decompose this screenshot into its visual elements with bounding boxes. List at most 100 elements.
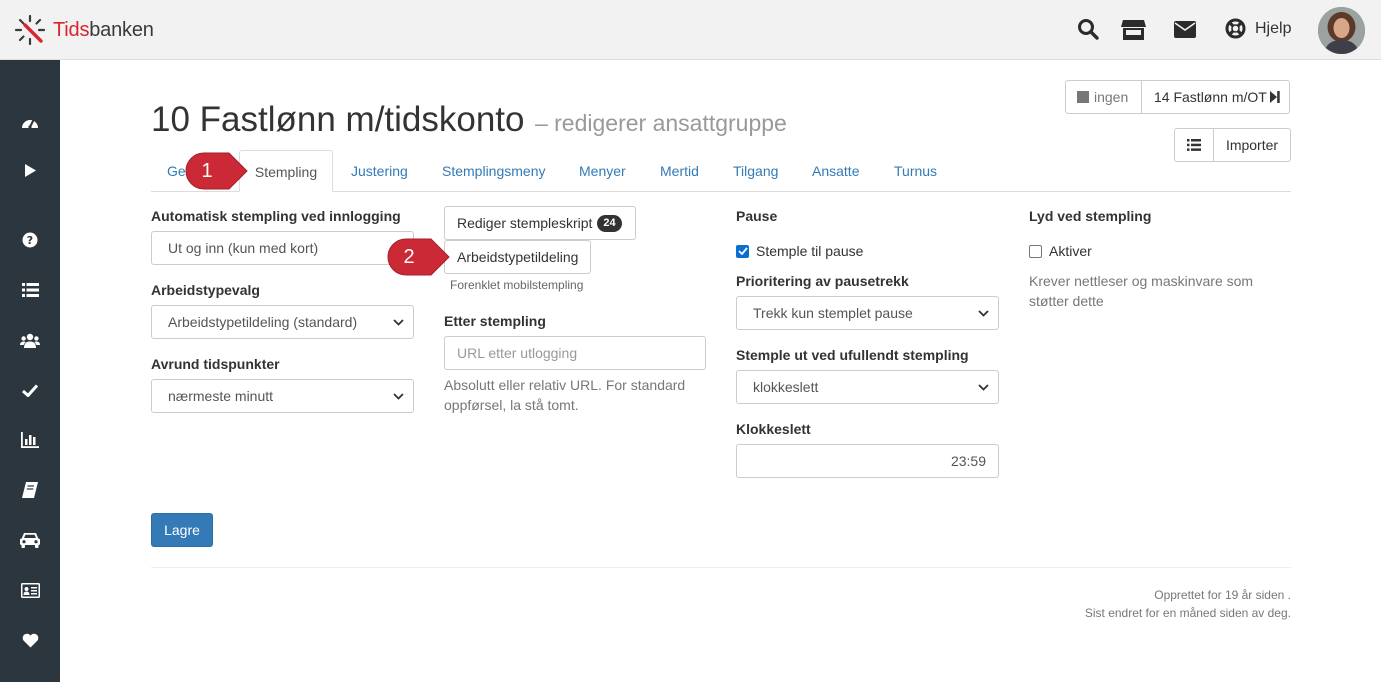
tab-stempling[interactable]: Stempling [239, 150, 333, 192]
pause-checkbox-row[interactable]: Stemple til pause [736, 243, 863, 259]
after-stamp-placeholder: URL etter utlogging [457, 345, 578, 361]
logo-text: Tidsbanken [53, 18, 154, 41]
round-label: Avrund tidspunkter [151, 356, 280, 372]
edit-stamp-script-button[interactable]: Rediger stempleskript 24 [444, 206, 636, 240]
after-stamp-label: Etter stempling [444, 313, 546, 329]
sidebar-item-car[interactable] [0, 522, 60, 558]
lifebuoy-icon [1225, 18, 1246, 39]
simplified-mobile-text: Forenklet mobilstempling [450, 278, 584, 292]
users-icon [20, 333, 40, 348]
created-text: Opprettet for 19 år siden . [1154, 588, 1291, 602]
clock-label: Klokkeslett [736, 421, 811, 437]
round-select[interactable]: nærmeste minutt [151, 379, 414, 413]
round-value: nærmeste minutt [168, 388, 274, 404]
help-link[interactable]: Hjelp [1225, 18, 1291, 39]
help-label: Hjelp [1255, 19, 1292, 37]
pause-checkbox-label: Stemple til pause [756, 243, 864, 259]
edit-stamp-script-label: Rediger stempleskript [457, 215, 593, 231]
tab-bar: Ge Stempling Justering Stemplingsmeny Me… [151, 150, 1291, 192]
changed-text: Sist endret for en måned siden av deg. [1084, 606, 1291, 620]
stamp-out-value: klokkeslett [753, 379, 819, 395]
sidebar-item-list[interactable] [0, 272, 60, 308]
sound-help: Krever nettleser og maskinvare som støtt… [1029, 273, 1254, 309]
envelope-icon[interactable] [1174, 21, 1196, 38]
tab-tilgang[interactable]: Tilgang [733, 150, 778, 192]
sidebar-item-book[interactable] [0, 472, 60, 508]
tab-mertid[interactable]: Mertid [660, 150, 699, 192]
heart-icon [22, 633, 38, 647]
previous-group-button[interactable]: ingen [1065, 80, 1142, 114]
tab-justering[interactable]: Justering [351, 150, 408, 192]
pause-priority-label: Prioritering av pausetrekk [736, 273, 909, 289]
pause-priority-select[interactable]: Trekk kun stemplet pause [736, 296, 999, 330]
next-group-button[interactable]: 14 Fastlønn m/OT [1141, 80, 1290, 114]
auto-stamp-value: Ut og inn (kun med kort) [168, 240, 319, 256]
logo-icon [14, 14, 46, 46]
previous-group-label: ingen [1094, 89, 1129, 105]
clock-input[interactable]: 23:59 [736, 444, 999, 478]
chevron-down-icon [393, 319, 404, 326]
chevron-down-icon [978, 384, 989, 391]
save-button[interactable]: Lagre [151, 513, 213, 547]
search-icon[interactable] [1077, 18, 1099, 40]
next-group-label: 14 Fastlønn m/OT [1154, 89, 1267, 105]
worktype-assignment-label: Arbeidstypetildeling [457, 249, 579, 265]
group-navigation: ingen 14 Fastlønn m/OT [1065, 80, 1290, 114]
car-icon [20, 533, 40, 548]
stamp-out-select[interactable]: klokkeslett [736, 370, 999, 404]
step-forward-icon [1269, 91, 1280, 103]
page-header: 10 Fastlønn m/tidskonto – redigerer ansa… [151, 100, 787, 140]
sidebar-item-users[interactable] [0, 322, 60, 358]
sound-checkbox[interactable] [1029, 244, 1042, 258]
sound-checkbox-label: Aktiver [1049, 243, 1092, 259]
sound-checkbox-row[interactable]: Aktiver [1029, 243, 1092, 259]
stamp-out-label: Stemple ut ved ufullendt stempling [736, 347, 969, 363]
tab-turnus[interactable]: Turnus [894, 150, 937, 192]
chevron-down-icon [393, 393, 404, 400]
question-icon: ? [22, 232, 38, 248]
sidebar-item-dashboard[interactable] [0, 104, 60, 140]
worktype-select[interactable]: Arbeidstypetildeling (standard) [151, 305, 414, 339]
id-card-icon [20, 582, 40, 598]
sidebar-item-approve[interactable] [0, 372, 60, 408]
divider [151, 567, 1291, 568]
auto-stamp-select[interactable]: Ut og inn (kun med kort) [151, 231, 414, 265]
page-subtitle: – redigerer ansattgruppe [534, 110, 787, 136]
page-title: 10 Fastlønn m/tidskonto [151, 100, 525, 139]
pause-priority-value: Trekk kun stemplet pause [753, 305, 913, 321]
chevron-down-icon [978, 310, 989, 317]
tab-stemplingsmeny[interactable]: Stemplingsmeny [442, 150, 546, 192]
store-icon[interactable] [1121, 19, 1146, 40]
annotation-marker-2: 2 [387, 238, 451, 281]
worktype-assignment-button[interactable]: Arbeidstypetildeling [444, 240, 591, 274]
tidsbanken-logo[interactable]: Tidsbanken [14, 14, 154, 46]
annotation-number: 1 [201, 159, 213, 182]
after-stamp-help: Absolutt eller relativ URL. For standard… [444, 377, 686, 413]
sidebar-item-play[interactable] [0, 152, 60, 188]
worktype-value: Arbeidstypetildeling (standard) [168, 314, 358, 330]
worktype-label: Arbeidstypevalg [151, 282, 260, 298]
script-count-badge: 24 [597, 214, 622, 232]
sidebar: ? [0, 60, 60, 682]
tab-general[interactable]: Ge [167, 150, 186, 192]
sidebar-item-help[interactable]: ? [0, 222, 60, 258]
sound-label: Lyd ved stempling [1029, 208, 1152, 224]
after-stamp-url-input[interactable]: URL etter utlogging [444, 336, 706, 370]
book-icon [22, 482, 38, 498]
annotation-marker-1: 1 [185, 152, 249, 195]
pause-label: Pause [736, 208, 778, 224]
sidebar-item-reports[interactable] [0, 422, 60, 458]
sidebar-item-favorites[interactable] [0, 622, 60, 658]
stop-icon [1077, 91, 1089, 103]
sidebar-item-profile[interactable] [0, 572, 60, 608]
pause-checkbox[interactable] [736, 244, 749, 258]
play-icon [24, 163, 36, 177]
top-bar: Tidsbanken Hjelp [0, 0, 1381, 60]
user-avatar[interactable] [1318, 7, 1365, 54]
svg-text:?: ? [27, 234, 33, 247]
tab-menyer[interactable]: Menyer [579, 150, 626, 192]
list-icon [21, 283, 39, 297]
check-icon [22, 383, 38, 397]
clock-value: 23:59 [950, 453, 986, 469]
tab-ansatte[interactable]: Ansatte [812, 150, 859, 192]
